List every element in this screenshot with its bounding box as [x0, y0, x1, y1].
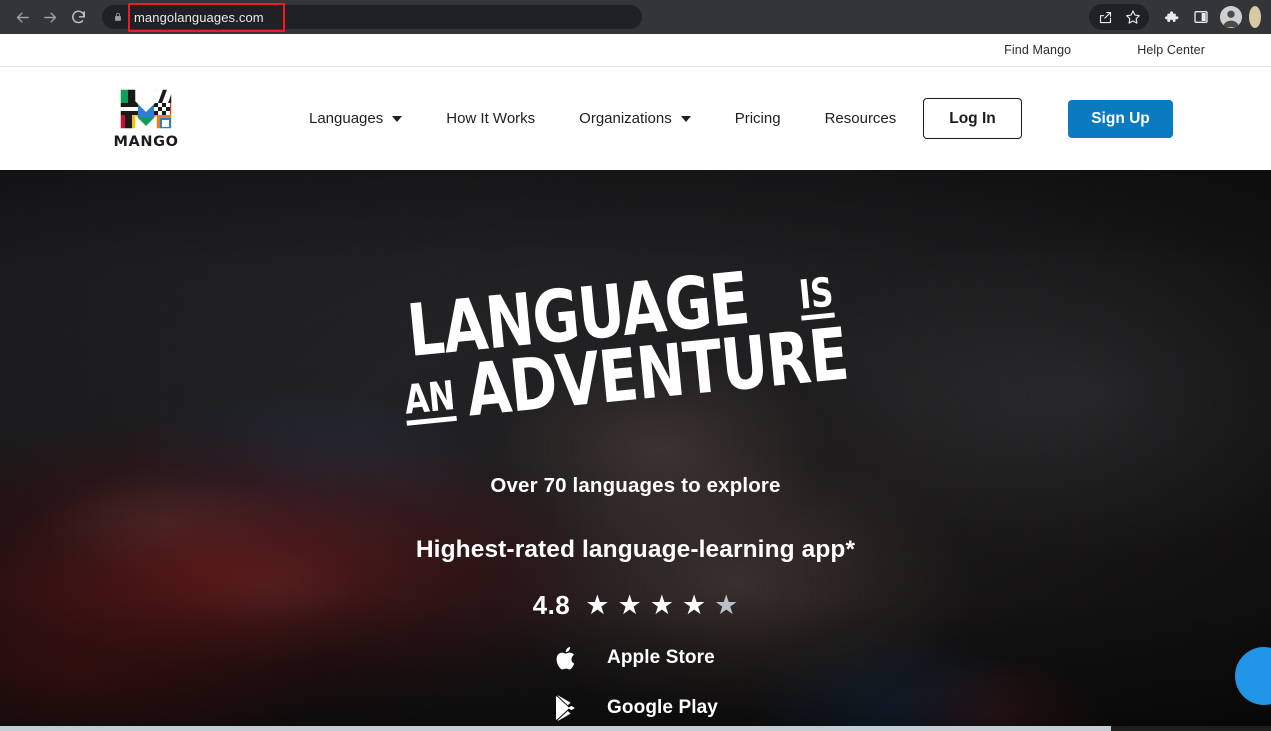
hero-subhead-rating-claim: Highest-rated language-learning app*	[415, 536, 856, 563]
page-bottom-strip-right	[1111, 726, 1271, 731]
star-icon: ★	[681, 590, 707, 620]
back-arrow-icon[interactable]	[8, 3, 36, 31]
hero-rating: 4.8 ★ ★ ★ ★ ★	[533, 590, 739, 621]
hero-headline-an: AN	[402, 373, 457, 426]
primary-nav: Languages How It Works Organizations Pri…	[287, 110, 918, 127]
nav-item-organizations[interactable]: Organizations	[557, 110, 713, 127]
star-icon: ★	[617, 590, 642, 620]
nav-item-how-it-works-label: How It Works	[446, 110, 536, 127]
share-icon[interactable]	[1091, 3, 1119, 31]
star-icon: ★	[585, 590, 610, 620]
header-actions: Log In Sign Up	[923, 98, 1173, 139]
apple-logo-icon	[553, 643, 579, 673]
rating-value: 4.8	[532, 590, 571, 620]
signup-button[interactable]: Sign Up	[1068, 99, 1173, 138]
browser-toolbar-actions	[1089, 3, 1263, 31]
utility-link-help-center[interactable]: Help Center	[1137, 43, 1205, 57]
mango-logo-icon	[119, 88, 173, 130]
hero-subhead-languages: Over 70 languages to explore	[490, 474, 781, 497]
hero-content: LANGUAGE IS AN ADVENTURE Over 70 languag…	[0, 170, 1271, 731]
bookmark-star-icon[interactable]	[1119, 3, 1147, 31]
nav-item-languages[interactable]: Languages	[287, 110, 424, 127]
rating-stars: ★ ★ ★ ★ ★	[585, 592, 738, 619]
page-bottom-strip	[0, 726, 1271, 731]
hero-headline: LANGUAGE IS AN ADVENTURE	[394, 255, 876, 450]
google-play-link[interactable]: Google Play	[553, 693, 718, 723]
forward-arrow-icon[interactable]	[36, 3, 64, 31]
extensions-puzzle-icon[interactable]	[1157, 3, 1185, 31]
side-panel-icon[interactable]	[1187, 3, 1215, 31]
url-text: mangolanguages.com	[134, 9, 264, 25]
nav-item-pricing[interactable]: Pricing	[713, 110, 803, 127]
utility-nav: Find Mango Help Center	[0, 34, 1271, 67]
hero-store-links: Apple Store Google Play	[553, 643, 718, 723]
nav-item-organizations-label: Organizations	[579, 110, 672, 127]
mango-wordmark: MANGO	[113, 134, 179, 150]
chevron-down-icon	[680, 115, 691, 122]
profile-avatar-icon[interactable]	[1217, 3, 1245, 31]
star-icon-partial: ★	[714, 590, 739, 620]
nav-item-languages-label: Languages	[309, 110, 384, 127]
site-header: MANGO Languages How It Works Organizatio…	[0, 67, 1271, 170]
avatar	[1220, 6, 1242, 28]
lock-icon	[112, 11, 124, 23]
apple-store-label: Apple Store	[607, 647, 715, 668]
nav-item-resources[interactable]: Resources	[803, 110, 919, 127]
utility-link-find-mango[interactable]: Find Mango	[1004, 43, 1071, 57]
apple-store-link[interactable]: Apple Store	[553, 643, 715, 673]
nav-item-resources-label: Resources	[824, 110, 897, 127]
browser-toolbar: mangolanguages.com	[0, 0, 1271, 34]
google-play-icon	[553, 693, 579, 723]
mango-logo[interactable]: MANGO	[113, 87, 179, 150]
login-button[interactable]: Log In	[923, 98, 1022, 139]
nav-item-how-it-works[interactable]: How It Works	[424, 110, 557, 127]
star-icon: ★	[649, 590, 674, 620]
chevron-down-icon	[392, 115, 403, 122]
reload-icon[interactable]	[64, 3, 92, 31]
share-bookmark-group	[1089, 4, 1149, 30]
profile-edge-avatar[interactable]	[1249, 6, 1261, 28]
google-play-label: Google Play	[607, 697, 718, 718]
nav-item-pricing-label: Pricing	[734, 110, 781, 127]
url-text-wrap: mangolanguages.com	[134, 7, 264, 27]
address-bar[interactable]: mangolanguages.com	[102, 5, 642, 29]
hero-section: LANGUAGE IS AN ADVENTURE Over 70 languag…	[0, 170, 1271, 731]
